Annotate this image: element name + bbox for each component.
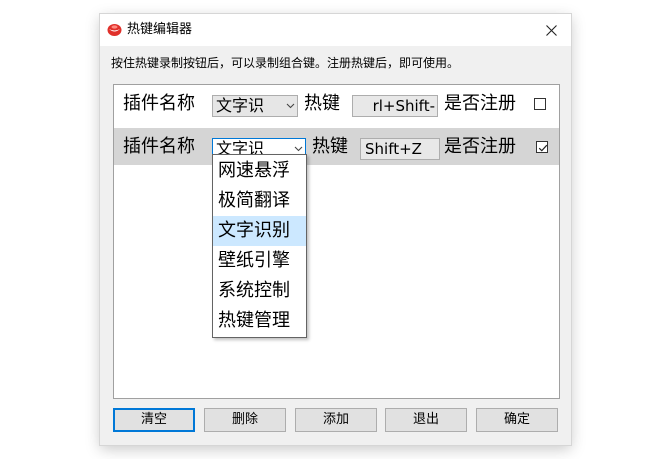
close-button[interactable] — [531, 14, 571, 46]
exit-button[interactable]: 退出 — [385, 408, 467, 432]
hotkey-label: 热键 — [304, 93, 340, 114]
ok-button[interactable]: 确定 — [476, 408, 558, 432]
plugin-select-value: 文字识 — [216, 96, 265, 115]
plugin-dropdown-list: 网速悬浮 极简翻译 文字识别 壁纸引擎 系统控制 热键管理 — [212, 154, 307, 338]
hotkey-label: 热键 — [312, 136, 348, 157]
dropdown-option[interactable]: 热键管理 — [213, 306, 306, 336]
register-checkbox[interactable] — [534, 98, 546, 110]
hotkey-value: rl+Shift- — [372, 97, 435, 115]
add-button[interactable]: 添加 — [295, 408, 377, 432]
clear-button[interactable]: 清空 — [113, 408, 195, 432]
dropdown-option[interactable]: 系统控制 — [213, 276, 306, 306]
window-title: 热键编辑器 — [127, 22, 193, 37]
register-label: 是否注册 — [444, 93, 516, 114]
plugin-name-label: 插件名称 — [123, 136, 195, 157]
dropdown-option[interactable]: 壁纸引擎 — [213, 246, 306, 276]
plugin-select[interactable]: 文字识 — [212, 95, 298, 117]
dropdown-option-selected[interactable]: 文字识别 — [213, 216, 306, 246]
app-logo-icon — [107, 24, 122, 36]
hotkey-record-button[interactable]: Shift+Z — [360, 138, 440, 160]
hotkey-value: Shift+Z — [365, 140, 422, 158]
chevron-down-icon — [283, 96, 297, 116]
title-bar[interactable]: 热键编辑器 — [100, 14, 571, 46]
dropdown-option[interactable]: 网速悬浮 — [213, 156, 306, 186]
dropdown-option[interactable]: 极简翻译 — [213, 186, 306, 216]
hotkey-row: 插件名称 文字识 热键 rl+Shift- 是否注册 — [114, 85, 559, 122]
hotkey-record-button[interactable]: rl+Shift- — [352, 95, 438, 117]
hotkey-row: 插件名称 文字识 热键 Shift+Z 是否注册 — [114, 128, 559, 165]
delete-button[interactable]: 删除 — [204, 408, 286, 432]
close-icon — [545, 24, 557, 36]
register-label: 是否注册 — [444, 136, 516, 157]
hotkey-list-panel: 插件名称 文字识 热键 rl+Shift- 是否注册 插件名称 文字识 热键 S… — [113, 84, 560, 399]
plugin-name-label: 插件名称 — [123, 93, 195, 114]
instruction-text: 按住热键录制按钮后，可以录制组合键。注册热键后，即可使用。 — [111, 56, 460, 70]
hotkey-editor-window: 热键编辑器 按住热键录制按钮后，可以录制组合键。注册热键后，即可使用。 插件名称… — [100, 14, 571, 445]
checkbox-check-icon — [538, 144, 548, 152]
register-checkbox[interactable] — [536, 141, 548, 153]
